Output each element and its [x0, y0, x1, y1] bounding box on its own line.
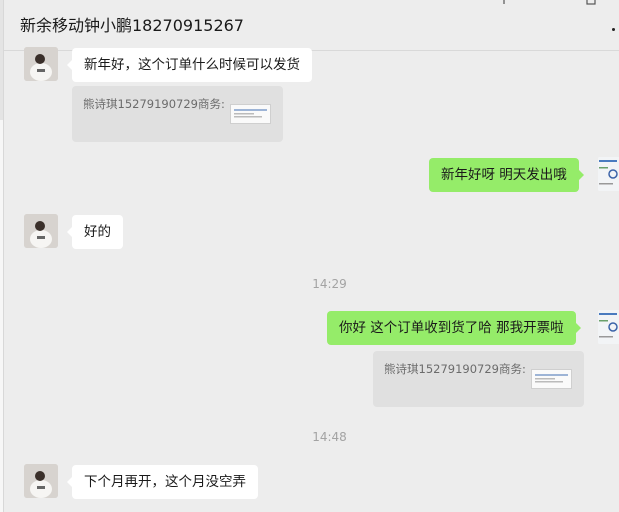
avatar-icon [598, 157, 619, 191]
avatar-icon [24, 47, 58, 81]
message-bubble-incoming[interactable]: 新年好，这个订单什么时候可以发货 [67, 48, 312, 82]
quoted-message-text: 熊诗琪15279190729商务: [83, 97, 225, 111]
quoted-message[interactable]: 熊诗琪15279190729商务: [373, 351, 584, 407]
more-icon[interactable] [612, 28, 615, 31]
message-bubble-outgoing[interactable]: 新年好呀 明天发出哦 [429, 158, 584, 192]
contact-avatar[interactable] [24, 47, 58, 81]
contact-avatar[interactable] [24, 464, 58, 498]
window-icon[interactable] [586, 0, 596, 5]
quoted-message[interactable]: 熊诗琪15279190729商务: [72, 86, 283, 142]
chat-title[interactable]: 新余移动钟小鹏18270915267 [20, 12, 244, 36]
avatar-icon [598, 310, 619, 344]
message-timestamp: 14:48 [312, 430, 347, 444]
self-avatar[interactable] [598, 310, 619, 344]
self-avatar[interactable] [598, 157, 619, 191]
chat-header: 新余移动钟小鹏18270915267 [4, 0, 619, 51]
message-bubble-outgoing[interactable]: 你好 这个订单收到货了哈 那我开票啦 [327, 311, 581, 345]
message-timestamp: 14:29 [312, 277, 347, 291]
avatar-icon [24, 214, 58, 248]
sidebar-edge-highlight [0, 0, 3, 120]
image-thumbnail-icon[interactable] [230, 104, 271, 124]
quoted-message-text: 熊诗琪15279190729商务: [384, 362, 526, 376]
message-bubble-incoming[interactable]: 好的 [67, 215, 123, 249]
avatar-icon [24, 464, 58, 498]
pin-icon[interactable] [499, 0, 509, 4]
contact-avatar[interactable] [24, 214, 58, 248]
message-bubble-incoming[interactable]: 下个月再开，这个月没空弄 [67, 465, 258, 499]
image-thumbnail-icon[interactable] [531, 369, 572, 389]
